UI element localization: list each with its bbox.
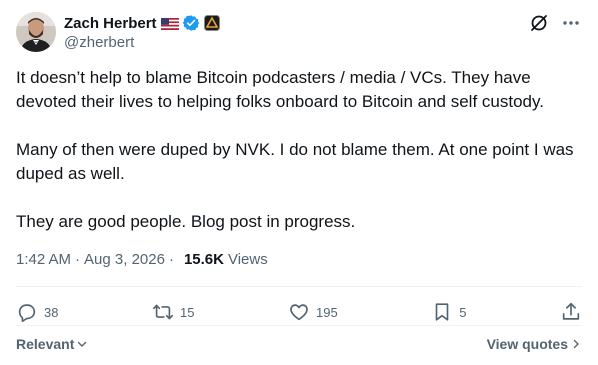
replies-footer: Relevant View quotes (16, 334, 582, 354)
divider-bottom (16, 325, 582, 326)
repost-count: 15 (180, 304, 195, 320)
us-flag-icon (160, 17, 179, 30)
repost-icon (153, 304, 173, 320)
reply-button[interactable]: 38 (16, 301, 58, 323)
post-text: It doesn’t help to blame Bitcoin podcast… (16, 68, 574, 231)
grok-icon[interactable] (528, 12, 550, 34)
post-date[interactable]: Aug 3, 2026 (84, 251, 165, 268)
repost-button[interactable]: 15 (152, 301, 194, 323)
post-meta: 1:42 AM · Aug 3, 2026 · 15.6K Views (16, 251, 268, 268)
author-names: Zach Herbert @zherbert (64, 13, 220, 51)
reply-count: 38 (44, 304, 59, 320)
share-icon (562, 302, 580, 320)
post-header: Zach Herbert @zherbert (16, 12, 582, 56)
top-actions (528, 12, 582, 34)
view-quotes-label: View quotes (486, 336, 568, 352)
author-display-name[interactable]: Zach Herbert (64, 15, 157, 32)
bookmark-button[interactable]: 5 (431, 301, 466, 323)
chevron-down-icon (78, 341, 87, 347)
meta-separator-2: · (168, 251, 174, 268)
bookmark-icon (435, 303, 449, 321)
post-time[interactable]: 1:42 AM (16, 251, 71, 268)
affiliation-badge-icon[interactable] (203, 15, 220, 31)
verified-badge-icon[interactable] (182, 14, 200, 32)
like-button[interactable]: 195 (288, 301, 338, 323)
like-count: 195 (316, 304, 338, 320)
action-bar: 38 15 195 5 (16, 299, 582, 325)
share-button[interactable] (560, 301, 582, 323)
views-count[interactable]: 15.6K (184, 251, 224, 268)
more-icon[interactable] (560, 12, 582, 34)
reply-icon (18, 304, 36, 322)
author-name-row: Zach Herbert (64, 13, 220, 33)
sort-dropdown[interactable]: Relevant (16, 336, 88, 352)
view-quotes-link[interactable]: View quotes (487, 336, 582, 352)
chevron-right-icon (573, 339, 579, 349)
bookmark-count: 5 (459, 304, 467, 320)
avatar[interactable] (16, 12, 56, 52)
avatar-image (16, 12, 56, 52)
views-label: Views (227, 251, 268, 268)
sort-label: Relevant (16, 336, 75, 352)
divider-top (16, 286, 582, 287)
meta-separator: · (75, 251, 81, 268)
author-handle[interactable]: @zherbert (64, 34, 220, 51)
heart-icon (290, 304, 308, 321)
